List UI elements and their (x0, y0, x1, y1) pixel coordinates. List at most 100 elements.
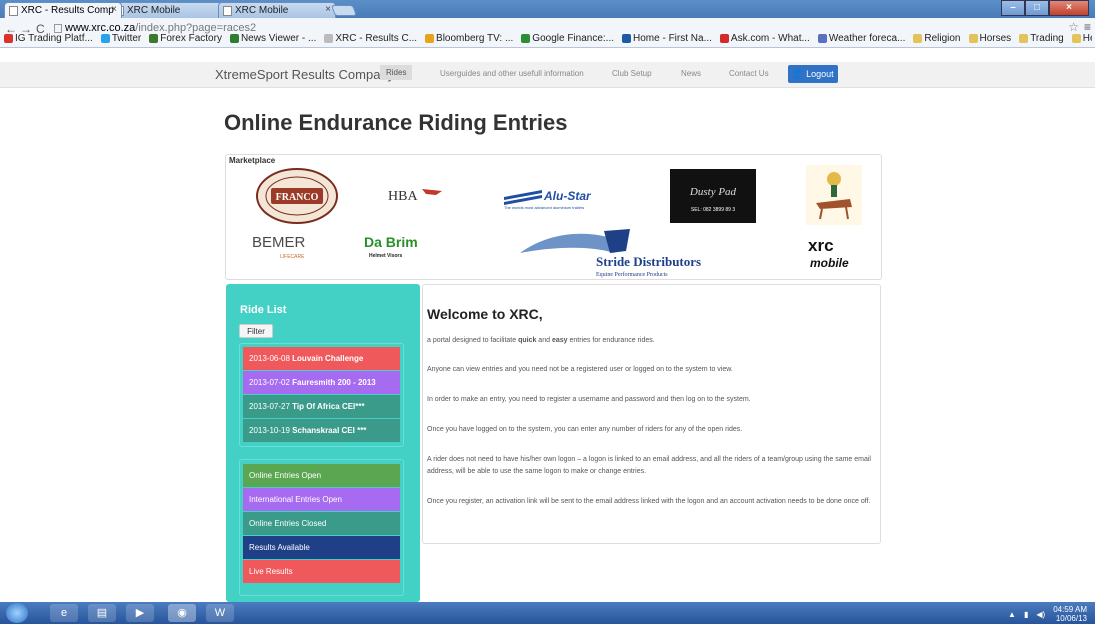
tab-label: XRC Mobile (235, 5, 289, 16)
chrome-taskbar-icon[interactable]: ◉ (168, 604, 196, 622)
site-navbar: XtremeSport Results Company Rides Usergu… (0, 62, 1095, 88)
volume-icon[interactable]: ◀) (1036, 610, 1045, 619)
nav-rides[interactable]: Rides (380, 65, 413, 80)
maximize-button[interactable]: □ (1025, 0, 1049, 16)
legend-items: Online Entries Open International Entries… (243, 464, 400, 584)
ride-item[interactable]: 2013-07-02 Fauresmith 200 - 2013 (243, 371, 400, 394)
page-icon (223, 6, 232, 16)
bookmark-item[interactable]: Horses (968, 31, 1011, 45)
site-brand[interactable]: XtremeSport Results Company (215, 67, 394, 82)
new-tab-button[interactable] (330, 5, 358, 16)
tray-arrow-icon[interactable]: ▲ (1008, 610, 1016, 619)
ride-name: Schanskraal CEI *** (292, 426, 367, 435)
bookmark-icon (229, 33, 239, 43)
bemer-text: BEMER (252, 234, 306, 251)
bookmark-label: News Viewer - ... (240, 32, 317, 44)
bookmark-icon (1019, 33, 1029, 43)
bookmark-icon (324, 33, 334, 43)
tab-xrc-mobile-1[interactable]: XRC Mobile × (110, 2, 228, 18)
ride-item[interactable]: 2013-06-08 Louvain Challenge (243, 347, 400, 370)
xrc-mobile-logo[interactable]: xrc mobile (804, 233, 864, 273)
start-button[interactable] (6, 603, 28, 623)
tab-xrc-mobile-2[interactable]: XRC Mobile × (218, 2, 336, 18)
legend-item: Live Results (243, 560, 400, 583)
alustar-text: Alu-Star (543, 189, 592, 203)
bookmark-icon (4, 33, 13, 43)
bookmark-item[interactable]: Twitter (100, 31, 141, 45)
bookmark-item[interactable]: IG Trading Platf... (4, 31, 93, 45)
close-window-button[interactable]: × (1049, 0, 1089, 16)
media-taskbar-icon[interactable]: ▶ (126, 604, 154, 622)
bookmark-label: Trading (1030, 32, 1064, 44)
dusty-pad-logo[interactable]: Dusty Pad SEL: 082 3899 89 3 (670, 169, 756, 223)
dabrim-logo[interactable]: Da Brim Helmet Visors (362, 233, 424, 261)
legend-item: International Entries Open (243, 488, 400, 511)
tab-xrc-results[interactable]: XRC - Results Comp × (4, 2, 122, 18)
clock[interactable]: 04:59 AM 10/06/13 (1053, 605, 1087, 623)
window-controls: – □ × (1001, 0, 1089, 16)
bookmark-item[interactable]: Bloomberg TV: ... (425, 31, 513, 45)
stride-distributors-logo[interactable]: Stride Distributors Equine Performance P… (510, 223, 728, 279)
close-tab-icon[interactable]: × (325, 4, 331, 15)
bookmark-item[interactable]: Health (1071, 31, 1092, 45)
franco-saddlery-logo[interactable]: FRANCO (256, 167, 338, 225)
ride-item[interactable]: 2013-07-27 Tip Of Africa CEI*** (243, 395, 400, 418)
bookmark-label: IG Trading Platf... (15, 32, 93, 44)
ride-date: 2013-06-08 (249, 354, 290, 363)
bookmark-label: Weather foreca... (828, 32, 906, 44)
word-taskbar-icon[interactable]: W (206, 604, 234, 622)
minimize-button[interactable]: – (1001, 0, 1025, 16)
close-tab-icon[interactable]: × (111, 4, 117, 15)
horse-rider-logo[interactable] (806, 165, 862, 225)
logout-button[interactable]: 👤 Logout (788, 65, 838, 83)
ride-item[interactable]: 2013-10-19 Schanskraal CEI *** (243, 419, 400, 442)
ride-list-title: Ride List (240, 304, 287, 316)
filter-button[interactable]: Filter (239, 324, 273, 338)
bookmark-label: Bloomberg TV: ... (436, 32, 514, 44)
bookmark-item[interactable]: News Viewer - ... (229, 31, 317, 45)
bookmark-item[interactable]: XRC - Results C... (324, 31, 417, 45)
ride-name: Louvain Challenge (292, 354, 364, 363)
bookmarks-bar: IG Trading Platf... Twitter Forex Factory N… (4, 31, 1092, 45)
ie-taskbar-icon[interactable]: e (50, 604, 78, 622)
hba-logo[interactable]: HBA (386, 183, 446, 205)
folder-taskbar-icon[interactable]: ▤ (88, 604, 116, 622)
user-icon: 👤 (792, 69, 804, 79)
bookmark-item[interactable]: Trading (1019, 31, 1064, 45)
bookmark-item[interactable]: Forex Factory (149, 31, 222, 45)
bookmark-icon (521, 33, 531, 43)
bookmark-item[interactable]: Google Finance:... (521, 31, 614, 45)
xrc-text: xrc (808, 236, 834, 255)
network-icon[interactable]: ▮ (1024, 610, 1028, 619)
bookmark-item[interactable]: Home - First Na... (622, 31, 712, 45)
ride-name: Tip Of Africa CEI*** (292, 402, 365, 411)
bookmark-icon (968, 33, 978, 43)
nav-contact-us[interactable]: Contact Us (729, 69, 769, 78)
bookmark-item[interactable]: Weather foreca... (817, 31, 906, 45)
bemer-logo[interactable]: BEMER LIFECARE (250, 231, 320, 261)
logout-label: Logout (806, 69, 834, 79)
bookmark-label: Health (1082, 32, 1092, 44)
marketplace-label: Marketplace (229, 156, 276, 165)
system-tray: ▲ ▮ ◀) 04:59 AM 10/06/13 (1008, 605, 1087, 623)
nav-userguides[interactable]: Userguides and other usefull information (440, 69, 584, 78)
franco-text: FRANCO (276, 192, 319, 203)
bookmark-item[interactable]: Religion (913, 31, 961, 45)
windows-taskbar: e ▤ ▶ ◉ W ▲ ▮ ◀) 04:59 AM 10/06/13 (0, 602, 1095, 624)
clock-date: 10/06/13 (1055, 614, 1087, 623)
welcome-paragraph-3: In order to make an entry, you need to r… (427, 396, 751, 403)
nav-club-setup[interactable]: Club Setup (612, 69, 652, 78)
legend-item: Results Available (243, 536, 400, 559)
bookmark-icon (622, 33, 632, 43)
alustar-logo[interactable]: Alu-Star The worlds most advanced alumin… (502, 185, 630, 211)
welcome-paragraph-1: a portal designed to facilitate quick an… (427, 337, 655, 344)
ride-date: 2013-07-02 (249, 378, 290, 387)
nav-news[interactable]: News (681, 69, 701, 78)
dusty-text: Dusty Pad (689, 186, 737, 198)
welcome-paragraph-2: Anyone can view entries and you need not… (427, 366, 733, 373)
ride-name: Fauresmith 200 - 2013 (292, 378, 376, 387)
legend-item: Online Entries Open (243, 464, 400, 487)
bookmark-label: Google Finance:... (532, 32, 615, 44)
bookmark-item[interactable]: Ask.com - What... (719, 31, 810, 45)
tab-label: XRC Mobile (127, 5, 181, 16)
